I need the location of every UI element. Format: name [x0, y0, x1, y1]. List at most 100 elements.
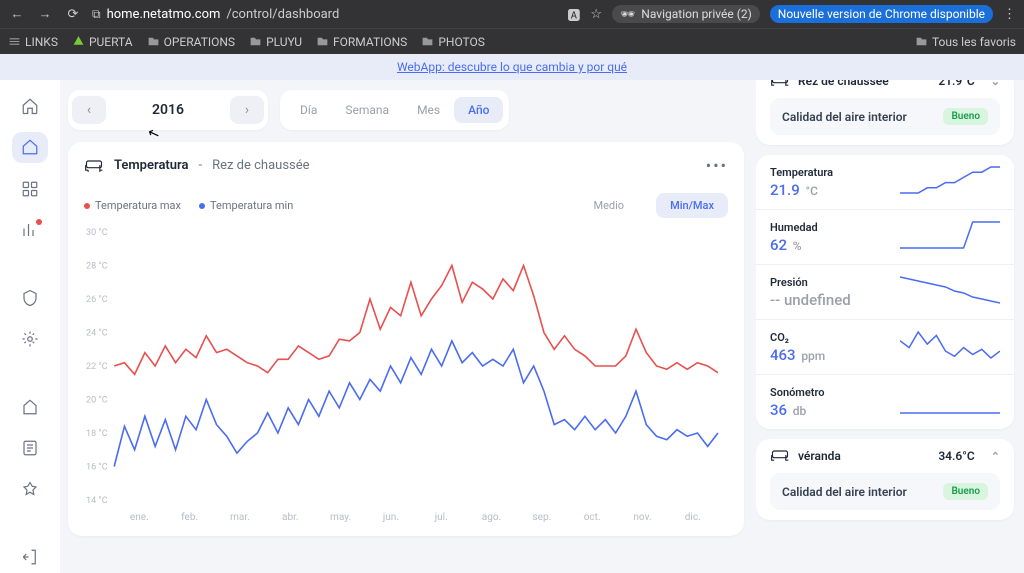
sofa-icon — [84, 159, 104, 173]
air-quality-badge: Bueno — [943, 108, 988, 125]
air-quality-badge: Bueno — [943, 483, 988, 500]
year-label: 2016 — [110, 102, 226, 118]
chart-title: Temperatura — [114, 158, 189, 173]
bookmark-item[interactable]: LINKS — [8, 35, 58, 49]
period-year[interactable]: Año — [454, 97, 503, 123]
sparkline — [900, 220, 1000, 254]
metric-row[interactable]: Presión -- undefined — [756, 264, 1014, 319]
sidebar-notes[interactable] — [12, 433, 48, 465]
svg-text:oct.: oct. — [584, 512, 601, 523]
menu-icon[interactable]: ⋮ — [1003, 7, 1016, 22]
sparkline — [900, 385, 1000, 419]
sidebar-rooms[interactable] — [12, 391, 48, 423]
metric-label: Temperatura — [770, 166, 900, 179]
bookmarks-bar: LINKS PUERTA OPERATIONS PLUYU FORMATIONS… — [0, 28, 1024, 54]
period-day[interactable]: Día — [286, 97, 331, 123]
sofa-icon — [770, 80, 790, 88]
bookmark-item[interactable]: PUERTA — [72, 35, 133, 49]
bookmark-item[interactable]: PHOTOS — [421, 35, 485, 49]
translate-icon[interactable]: 🅰 — [567, 5, 580, 24]
sidebar-settings[interactable] — [12, 324, 48, 356]
chart-menu-button[interactable]: ••• — [706, 156, 728, 175]
room-card-rez: Rez de chaussée 21.9°C ⌄ Calidad del air… — [756, 80, 1014, 145]
toggle-minmax[interactable]: Min/Max — [656, 193, 728, 218]
svg-text:30 °C: 30 °C — [86, 228, 108, 238]
expand-icon[interactable]: ⌃ — [991, 450, 1000, 463]
incognito-icon: 🕶 — [620, 7, 635, 21]
sparkline — [900, 165, 1000, 199]
bookmark-item[interactable]: FORMATIONS — [316, 35, 407, 49]
main-panel: ↖ ‹ 2016 › Día Semana Mes Año Temperatur… — [60, 80, 756, 573]
forward-button[interactable]: → — [36, 6, 54, 22]
all-bookmarks[interactable]: Tous les favoris — [915, 35, 1016, 49]
svg-text:feb.: feb. — [181, 511, 198, 523]
svg-text:28 °C: 28 °C — [86, 262, 108, 272]
svg-text:ago.: ago. — [482, 512, 501, 523]
bookmark-item[interactable]: PLUYU — [249, 35, 302, 49]
collapse-icon[interactable]: ⌄ — [991, 80, 1000, 88]
sidebar-modules[interactable] — [12, 173, 48, 205]
metric-row[interactable]: Temperatura 21.9 °C — [756, 155, 1014, 209]
svg-text:abr.: abr. — [282, 512, 299, 523]
incognito-chip[interactable]: 🕶Navigation privée (2) — [612, 5, 760, 23]
chart-location: Rez de chaussée — [212, 158, 309, 173]
metric-label: Humedad — [770, 221, 900, 234]
air-quality-row[interactable]: Calidad del aire interior Bueno — [770, 98, 1000, 135]
browser-toolbar: ← → ⟳ ⧉ home.netatmo.com/control/dashboa… — [0, 0, 1024, 28]
svg-text:may.: may. — [330, 512, 351, 523]
legend-min: Temperatura min — [199, 199, 293, 212]
room-temp: 34.6°C — [938, 449, 974, 463]
legend-max: Temperatura max — [84, 199, 181, 212]
sidebar-dashboard[interactable] — [12, 132, 48, 164]
site-info-icon[interactable]: ⧉ — [92, 7, 101, 22]
svg-text:14 °C: 14 °C — [86, 496, 108, 506]
svg-text:ene.: ene. — [130, 512, 149, 523]
sparkline — [900, 330, 1000, 364]
sparkline — [900, 275, 1000, 309]
svg-text:16 °C: 16 °C — [86, 463, 108, 473]
chart-card: Temperatura - Rez de chaussée ••• Temper… — [68, 142, 744, 536]
sofa-icon — [770, 449, 790, 463]
url-path: /control/dashboard — [226, 7, 339, 22]
chrome-update-chip[interactable]: Nouvelle version de Chrome disponible — [770, 5, 993, 23]
sidebar-stats[interactable] — [12, 215, 48, 247]
period-selector: Día Semana Mes Año — [280, 90, 509, 130]
promo-banner[interactable]: WebApp: descubre lo que cambia y por qué — [0, 54, 1024, 80]
metrics-list: Temperatura 21.9 °C Humedad 62 % Pre — [756, 155, 1014, 429]
sidebar-logout[interactable] — [12, 541, 48, 573]
metric-row[interactable]: Sonómetro 36 db — [756, 374, 1014, 429]
year-next-button[interactable]: › — [230, 96, 264, 124]
temperature-chart: 14 °C 16 °C 18 °C 20 °C 22 °C 24 °C 26 °C 28 °C… — [84, 226, 728, 526]
svg-text:24 °C: 24 °C — [86, 329, 108, 339]
year-selector: ‹ 2016 › — [68, 90, 268, 130]
sidebar-security[interactable] — [12, 282, 48, 314]
toggle-medio[interactable]: Medio — [579, 193, 638, 218]
app-root: WebApp: descubre lo que cambia y por qué… — [0, 54, 1024, 573]
year-prev-button[interactable]: ‹ — [72, 96, 106, 124]
air-quality-row[interactable]: Calidad del aire interior Bueno — [770, 473, 1000, 510]
svg-text:mar.: mar. — [230, 512, 250, 523]
period-week[interactable]: Semana — [331, 97, 403, 123]
room-card-veranda[interactable]: véranda 34.6°C ⌃ Calidad del aire interi… — [756, 439, 1014, 520]
url-host: home.netatmo.com — [107, 7, 221, 22]
bookmark-item[interactable]: OPERATIONS — [147, 35, 235, 49]
right-panel: Rez de chaussée 21.9°C ⌄ Calidad del air… — [756, 80, 1024, 573]
sidebar-home[interactable] — [12, 90, 48, 122]
back-button[interactable]: ← — [8, 6, 26, 22]
period-month[interactable]: Mes — [403, 97, 454, 123]
svg-text:sep.: sep. — [532, 512, 551, 523]
svg-text:22 °C: 22 °C — [86, 362, 108, 372]
svg-text:26 °C: 26 °C — [86, 295, 108, 305]
svg-text:20 °C: 20 °C — [86, 396, 108, 406]
sidebar — [0, 80, 60, 573]
metric-row[interactable]: Humedad 62 % — [756, 209, 1014, 264]
svg-text:nov.: nov. — [633, 512, 651, 523]
bookmark-star-icon[interactable]: ☆ — [590, 7, 602, 22]
metric-row[interactable]: CO₂ 463 ppm — [756, 319, 1014, 374]
svg-text:18 °C: 18 °C — [86, 429, 108, 439]
svg-text:dic.: dic. — [685, 512, 701, 523]
sidebar-plus[interactable] — [12, 474, 48, 506]
reload-button[interactable]: ⟳ — [64, 7, 82, 22]
address-bar[interactable]: ⧉ home.netatmo.com/control/dashboard — [92, 7, 339, 22]
room-name: Rez de chaussée — [798, 80, 889, 88]
